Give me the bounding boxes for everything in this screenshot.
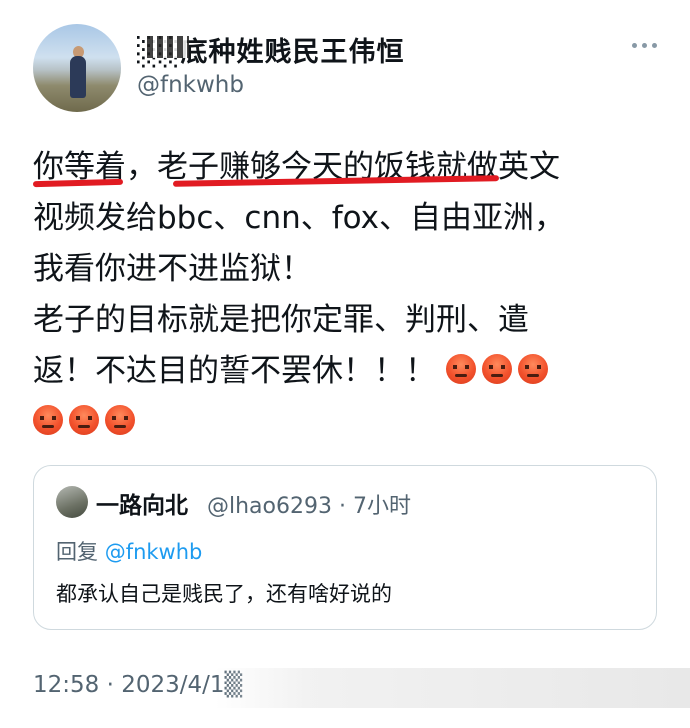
- more-options-icon[interactable]: [624, 32, 664, 58]
- pouting-face-emoji-icon: [445, 354, 476, 384]
- avatar-person-body: [70, 56, 86, 98]
- tweet-text: 你等着，老子赚够今天的饭钱就做英文 视频发给bbc、cnn、fox、自由亚洲， …: [33, 142, 673, 448]
- author-avatar[interactable]: [33, 24, 121, 112]
- tweet-line-with-emoji: 返！不达目的誓不罢休！！！: [33, 346, 673, 397]
- quote-author-name[interactable]: 一路向北: [96, 486, 188, 520]
- author-handle[interactable]: @fnkwhb: [137, 72, 244, 98]
- quote-author-meta: @lhao6293 · 7小时: [207, 494, 411, 519]
- pouting-face-emoji-icon: [481, 354, 512, 384]
- pouting-face-emoji-icon: [69, 405, 99, 435]
- quote-tweet-card[interactable]: 一路向北 @lhao6293 · 7小时 回复 @fnkwhb 都承认自己是贱民…: [33, 465, 657, 630]
- pouting-face-emoji-icon: [33, 405, 63, 435]
- tweet-line: 视频发给bbc、cnn、fox、自由亚洲，: [33, 200, 566, 236]
- blurred-area: [215, 668, 690, 708]
- tweet-line: 我看你进不进监狱！: [33, 251, 312, 287]
- pouting-face-emoji-icon: [105, 405, 135, 435]
- pouting-face-emoji-icon: [517, 354, 548, 384]
- tweet-line: 返！不达目的誓不罢休！！！: [33, 353, 436, 389]
- emoji-row: [33, 397, 673, 448]
- quote-reply-context: 回复 @fnkwhb: [56, 536, 202, 566]
- reply-handle-link[interactable]: @fnkwhb: [105, 540, 203, 564]
- tweet-timestamp[interactable]: 12:58 · 2023/4/1▒: [33, 672, 242, 698]
- quote-text: 都承认自己是贱民了，还有啥好说的: [56, 582, 392, 606]
- tweet-line: 你等着，老子赚够今天的饭钱就做英文: [33, 149, 560, 185]
- tweet-line: 老子的目标就是把你定罪、判刑、遣: [33, 302, 529, 338]
- reply-prefix: 回复: [56, 540, 98, 564]
- quote-author-avatar[interactable]: [56, 486, 88, 518]
- redaction-mark: [147, 36, 189, 58]
